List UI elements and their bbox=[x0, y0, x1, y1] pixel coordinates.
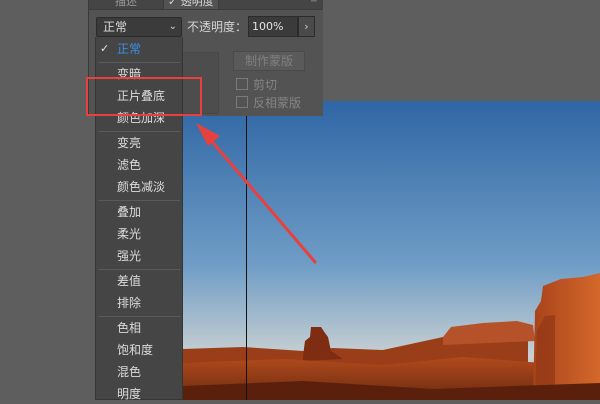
blend-mode-option-label: 柔光 bbox=[117, 227, 142, 241]
blend-mode-option[interactable]: 滤色 bbox=[96, 155, 182, 175]
blend-mode-option[interactable]: 柔光 bbox=[96, 224, 182, 244]
blend-mode-option-label: 强光 bbox=[117, 249, 142, 263]
blend-mode-option-label: 变亮 bbox=[117, 136, 142, 150]
tab-check-icon: ✓ bbox=[168, 0, 178, 8]
menu-separator bbox=[98, 131, 180, 132]
blend-mode-option[interactable]: 差值 bbox=[96, 271, 182, 291]
tab-description[interactable]: 描述 bbox=[111, 0, 141, 9]
blend-mode-option-label: 排除 bbox=[117, 296, 142, 310]
check-icon: ✓ bbox=[100, 42, 110, 55]
blend-mode-option[interactable]: 叠加 bbox=[96, 202, 182, 222]
menu-separator bbox=[98, 316, 180, 317]
opacity-input[interactable]: 100% bbox=[248, 16, 298, 37]
panel-menu-icon[interactable]: ≡ bbox=[310, 0, 320, 5]
menu-separator bbox=[98, 200, 180, 201]
invert-mask-label: 反相蒙版 bbox=[253, 96, 302, 110]
tab-transparency[interactable]: ✓ 透明度 bbox=[163, 0, 219, 9]
blend-mode-option-label: 滤色 bbox=[117, 158, 142, 172]
guide-line bbox=[246, 101, 247, 400]
blend-mode-option[interactable]: 强光 bbox=[96, 246, 182, 266]
blend-mode-option[interactable]: 色相 bbox=[96, 318, 182, 338]
blend-mode-option[interactable]: 变亮 bbox=[96, 133, 182, 153]
panel-tab-bar: 描述 ✓ 透明度 ≡ bbox=[89, 0, 323, 10]
checkbox-icon bbox=[236, 78, 248, 90]
menu-separator bbox=[98, 269, 180, 270]
tab-transparency-label: 透明度 bbox=[180, 0, 214, 8]
blend-mode-select[interactable]: 正常 ⌄ bbox=[96, 17, 182, 37]
blend-mode-option[interactable]: 饱和度 bbox=[96, 340, 182, 360]
blend-mode-option-label: 明度 bbox=[117, 387, 142, 401]
clip-label: 剪切 bbox=[253, 78, 278, 92]
invert-mask-checkbox[interactable]: 反相蒙版 bbox=[236, 96, 301, 110]
highlight-box bbox=[86, 77, 202, 116]
blend-mode-option-label: 色相 bbox=[117, 321, 142, 335]
blend-mode-option-label: 饱和度 bbox=[117, 343, 154, 357]
opacity-slider-button[interactable]: › bbox=[298, 16, 315, 37]
blend-mode-option-label: 混色 bbox=[117, 365, 142, 379]
checkbox-icon bbox=[236, 96, 248, 108]
blend-mode-option[interactable]: 明度 bbox=[96, 384, 182, 404]
blend-mode-option-label: 差值 bbox=[117, 274, 142, 288]
blend-mode-option-label: 颜色减淡 bbox=[117, 180, 166, 194]
blend-mode-option[interactable]: 颜色减淡 bbox=[96, 177, 182, 197]
menu-separator bbox=[98, 62, 180, 63]
opacity-label: 不透明度： bbox=[187, 20, 248, 34]
blend-mode-option[interactable]: ✓ 正常 bbox=[96, 39, 182, 59]
clip-checkbox[interactable]: 剪切 bbox=[236, 78, 277, 92]
blend-mode-option-label: 叠加 bbox=[117, 205, 142, 219]
blend-mode-option-label: 正常 bbox=[117, 42, 142, 56]
chevron-down-icon: ⌄ bbox=[168, 21, 177, 32]
make-mask-button[interactable]: 制作蒙版 bbox=[233, 51, 305, 71]
blend-mode-value: 正常 bbox=[103, 20, 128, 34]
blend-mode-option[interactable]: 排除 bbox=[96, 293, 182, 313]
blend-mode-option[interactable]: 混色 bbox=[96, 362, 182, 382]
